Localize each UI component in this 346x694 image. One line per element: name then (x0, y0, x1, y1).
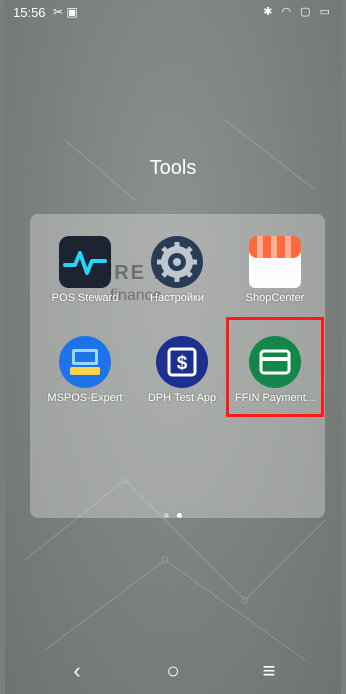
status-bar: 15:56 ✂ ▣ ✱ ◠ ▢ ▭ (5, 0, 341, 26)
app-mspos-expert[interactable]: MSPOS-Expert (40, 336, 130, 404)
page-indicator (5, 505, 341, 523)
menu-icon[interactable]: ≡ (249, 658, 289, 684)
svg-text:$: $ (177, 353, 188, 374)
gear-icon (151, 236, 203, 288)
pos-terminal-icon (59, 336, 111, 388)
app-label: ShopCenter (245, 292, 305, 304)
app-shopcenter[interactable]: ShopCenter (230, 236, 320, 304)
shop-store-icon (249, 236, 301, 288)
folder-title[interactable]: Tools (5, 157, 341, 180)
app-label: POS Steward (51, 292, 119, 304)
dollar-icon: $ (156, 336, 208, 388)
notification-icons: ✂ ▣ (53, 5, 78, 19)
pos-steward-icon (59, 236, 111, 288)
back-icon[interactable]: ‹ (57, 658, 97, 684)
app-label: MSPOS-Expert (47, 392, 123, 404)
app-pos-steward[interactable]: POS Steward (40, 236, 130, 304)
home-icon[interactable]: ○ (153, 658, 193, 684)
page-dot[interactable] (163, 513, 169, 518)
phone-screen: 15:56 ✂ ▣ ✱ ◠ ▢ ▭ Tools FRE M finance PO… (5, 0, 341, 694)
page-dot-active[interactable] (177, 513, 183, 518)
app-label: DPH Test App (147, 392, 217, 404)
navigation-bar: ‹ ○ ≡ (5, 650, 341, 694)
system-status-icons: ✱ ◠ ▢ ▭ (263, 6, 333, 18)
app-settings[interactable]: Настройки (132, 236, 222, 304)
status-time: 15:56 (13, 5, 46, 20)
app-label: Настройки (150, 292, 204, 304)
selection-highlight (226, 317, 324, 417)
app-dph-test[interactable]: $ DPH Test App (137, 336, 227, 404)
